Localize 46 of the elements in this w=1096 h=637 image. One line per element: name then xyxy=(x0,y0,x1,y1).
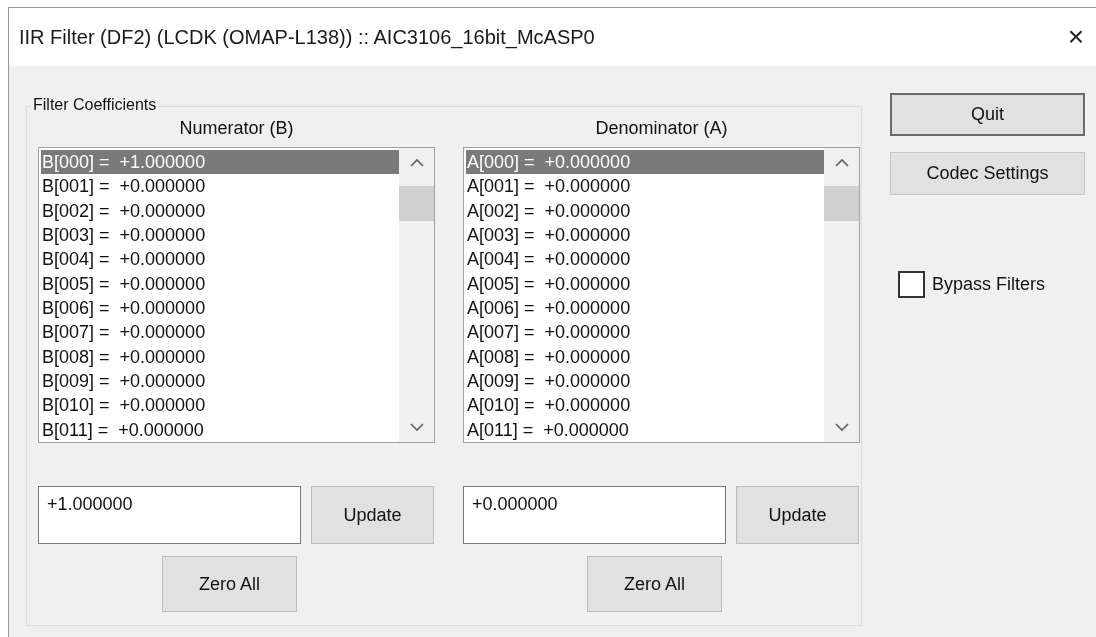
scroll-up-icon[interactable] xyxy=(409,158,424,167)
list-item[interactable]: A[001] = +0.000000 xyxy=(466,174,824,199)
list-item[interactable]: B[002] = +0.000000 xyxy=(41,198,399,223)
scroll-thumb[interactable] xyxy=(399,186,434,221)
scroll-down-icon[interactable] xyxy=(409,423,424,432)
list-item[interactable]: A[009] = +0.000000 xyxy=(466,368,824,394)
scrollbar[interactable] xyxy=(399,148,434,442)
zero-all-button[interactable]: Zero All xyxy=(162,556,297,612)
coefficient-field[interactable]: +1.000000 xyxy=(38,486,301,544)
list-item[interactable]: B[005] = +0.000000 xyxy=(41,271,399,296)
list-item[interactable]: B[001] = +0.000000 xyxy=(41,174,399,199)
list-item[interactable]: B[011] = +0.000000 xyxy=(41,417,399,442)
update-button[interactable]: Update xyxy=(736,486,859,544)
list-item[interactable]: A[005] = +0.000000 xyxy=(466,271,824,296)
list-item[interactable]: A[003] = +0.000000 xyxy=(466,223,824,248)
list-item[interactable]: B[007] = +0.000000 xyxy=(41,320,399,345)
window-title: IIR Filter (DF2) (LCDK (OMAP-L138)) :: AIC3106_16bit_McASP0 xyxy=(19,25,595,51)
list-item[interactable]: B[008] = +0.000000 xyxy=(41,344,399,369)
list-item[interactable]: B[004] = +0.000000 xyxy=(41,247,399,272)
list-label: Denominator (A) xyxy=(595,117,728,139)
zero-all-button[interactable]: Zero All xyxy=(587,556,722,612)
scroll-down-icon[interactable] xyxy=(834,423,849,432)
list-item[interactable]: A[000] = +0.000000 xyxy=(466,150,824,175)
coefficient-field[interactable]: +0.000000 xyxy=(463,486,726,544)
checkbox-label: Bypass Filters xyxy=(932,273,1046,296)
dialog-button[interactable]: Codec Settings xyxy=(890,152,1085,195)
scroll-thumb[interactable] xyxy=(824,186,859,221)
list-item[interactable]: B[003] = +0.000000 xyxy=(41,223,399,248)
scrollbar[interactable] xyxy=(824,148,859,442)
list-item[interactable]: B[010] = +0.000000 xyxy=(41,393,399,418)
dialog-button[interactable]: Quit xyxy=(890,93,1085,136)
list-item[interactable]: A[007] = +0.000000 xyxy=(466,320,824,345)
list-item[interactable]: A[008] = +0.000000 xyxy=(466,344,824,369)
scroll-up-icon[interactable] xyxy=(834,158,849,167)
list-item[interactable]: A[004] = +0.000000 xyxy=(466,247,824,272)
update-button[interactable]: Update xyxy=(311,486,434,544)
list-item[interactable]: A[006] = +0.000000 xyxy=(466,295,824,321)
list-item[interactable]: A[011] = +0.000000 xyxy=(466,417,824,442)
close-button[interactable]: × xyxy=(1063,23,1088,51)
list-item[interactable]: B[000] = +1.000000 xyxy=(41,150,399,175)
list-item[interactable]: A[010] = +0.000000 xyxy=(466,393,824,418)
list-item[interactable]: A[002] = +0.000000 xyxy=(466,198,824,223)
bypass-checkbox[interactable] xyxy=(898,271,925,298)
list-item[interactable]: B[006] = +0.000000 xyxy=(41,295,399,321)
list-label: Numerator (B) xyxy=(179,117,294,139)
list-item[interactable]: B[009] = +0.000000 xyxy=(41,368,399,394)
